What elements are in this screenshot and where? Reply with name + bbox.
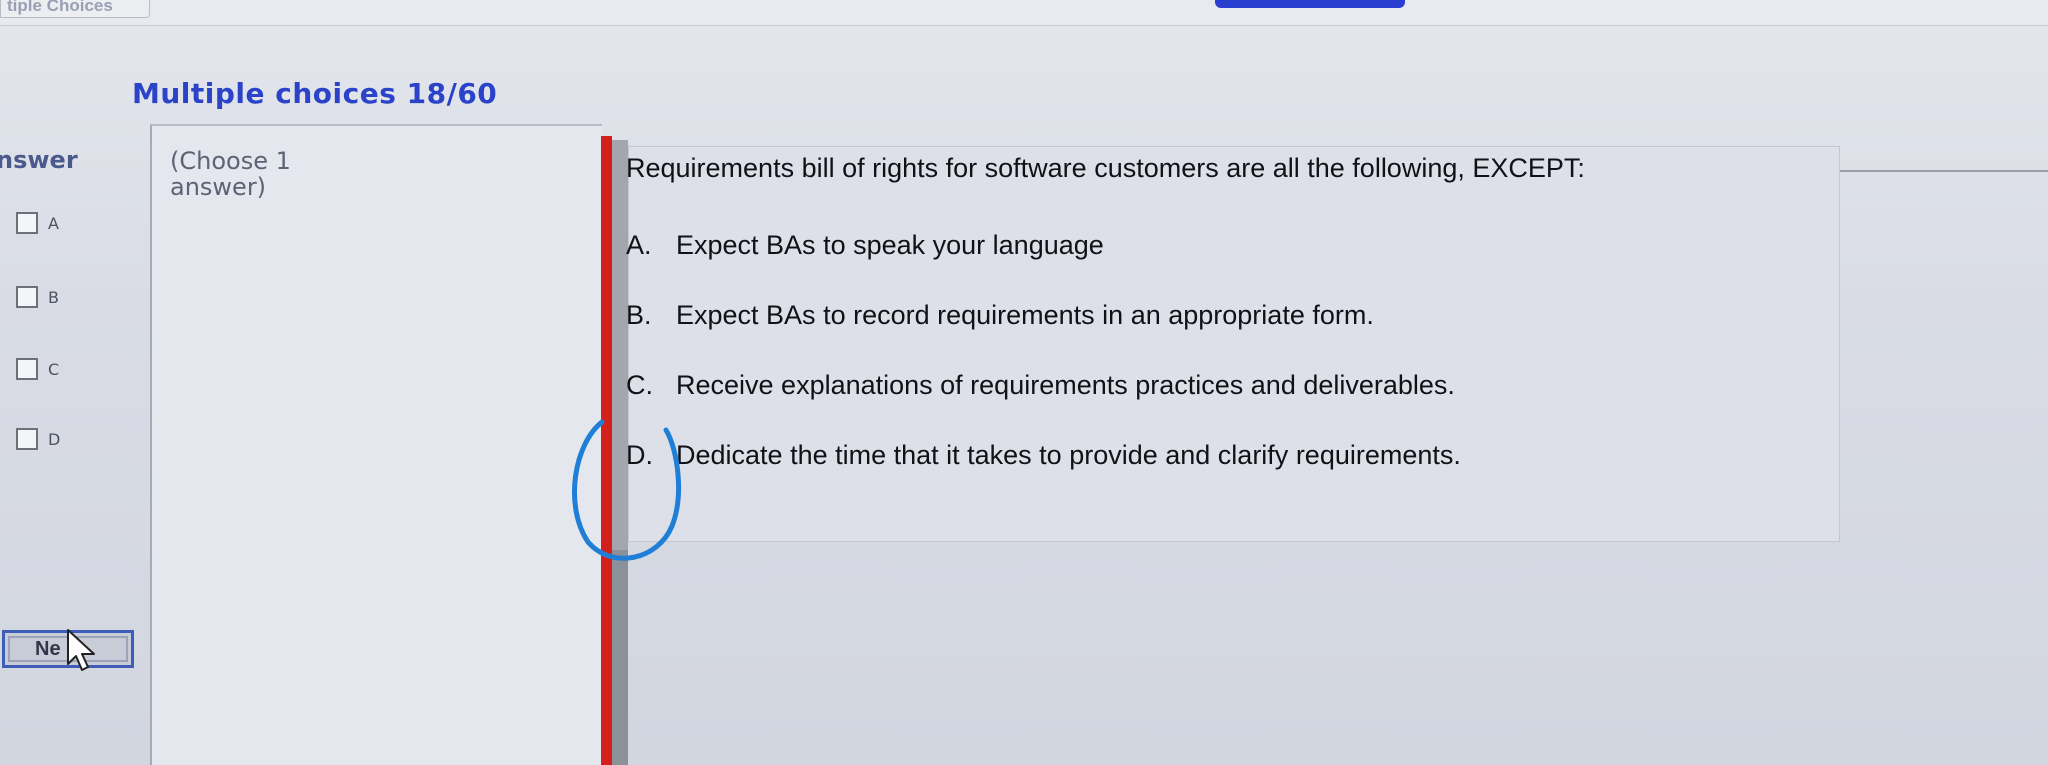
top-accent-bar bbox=[1215, 0, 1405, 8]
checkbox-label-c: C bbox=[48, 359, 60, 379]
answer-checkbox-d[interactable]: D bbox=[16, 428, 60, 450]
quiz-window: tiple Choices Multiple choices 18/60 nsw… bbox=[0, 0, 2048, 765]
choose-hint: (Choose 1 answer) bbox=[170, 147, 291, 201]
hint-panel bbox=[150, 124, 602, 765]
answer-label: nswer bbox=[0, 146, 78, 174]
answer-option-c: C. Receive explanations of requirements p… bbox=[626, 370, 1455, 401]
checkbox-icon[interactable] bbox=[16, 358, 38, 380]
answer-letter: C. bbox=[626, 370, 653, 400]
panel-edge-line bbox=[1840, 170, 2048, 172]
page-title: Multiple choices 18/60 bbox=[132, 77, 498, 110]
answer-checkbox-b[interactable]: B bbox=[16, 286, 59, 308]
checkbox-label-b: B bbox=[48, 287, 59, 307]
top-tab-strip: tiple Choices bbox=[0, 0, 2048, 26]
question-box bbox=[628, 146, 1840, 542]
checkbox-icon[interactable] bbox=[16, 428, 38, 450]
answer-text: Dedicate the time that it takes to provi… bbox=[676, 440, 1461, 470]
tab-multiple-choices[interactable]: tiple Choices bbox=[0, 0, 150, 18]
answer-letter: B. bbox=[626, 300, 652, 330]
answer-text: Expect BAs to record requirements in an … bbox=[676, 300, 1374, 330]
answer-option-b: B. Expect BAs to record requirements in a… bbox=[626, 300, 1374, 331]
answer-option-d: D. Dedicate the time that it takes to pro… bbox=[626, 440, 1461, 471]
question-text: Requirements bill of rights for software… bbox=[626, 153, 1585, 183]
answer-text: Receive explanations of requirements pra… bbox=[676, 370, 1455, 400]
red-divider bbox=[601, 136, 612, 765]
answer-checkbox-a[interactable]: A bbox=[16, 212, 59, 234]
answer-checkbox-c[interactable]: C bbox=[16, 358, 59, 380]
answer-letter: A. bbox=[626, 230, 652, 260]
checkbox-label-a: A bbox=[48, 213, 59, 233]
answer-letter: D. bbox=[626, 440, 653, 470]
next-button[interactable]: Ne bbox=[2, 630, 134, 668]
checkbox-icon[interactable] bbox=[16, 212, 38, 234]
checkbox-icon[interactable] bbox=[16, 286, 38, 308]
divider-shadow bbox=[612, 140, 628, 550]
answer-option-a: A. Expect BAs to speak your language bbox=[626, 230, 1104, 261]
divider-shadow-lower bbox=[612, 550, 628, 765]
checkbox-label-d: D bbox=[48, 429, 61, 449]
answer-text: Expect BAs to speak your language bbox=[676, 230, 1104, 260]
